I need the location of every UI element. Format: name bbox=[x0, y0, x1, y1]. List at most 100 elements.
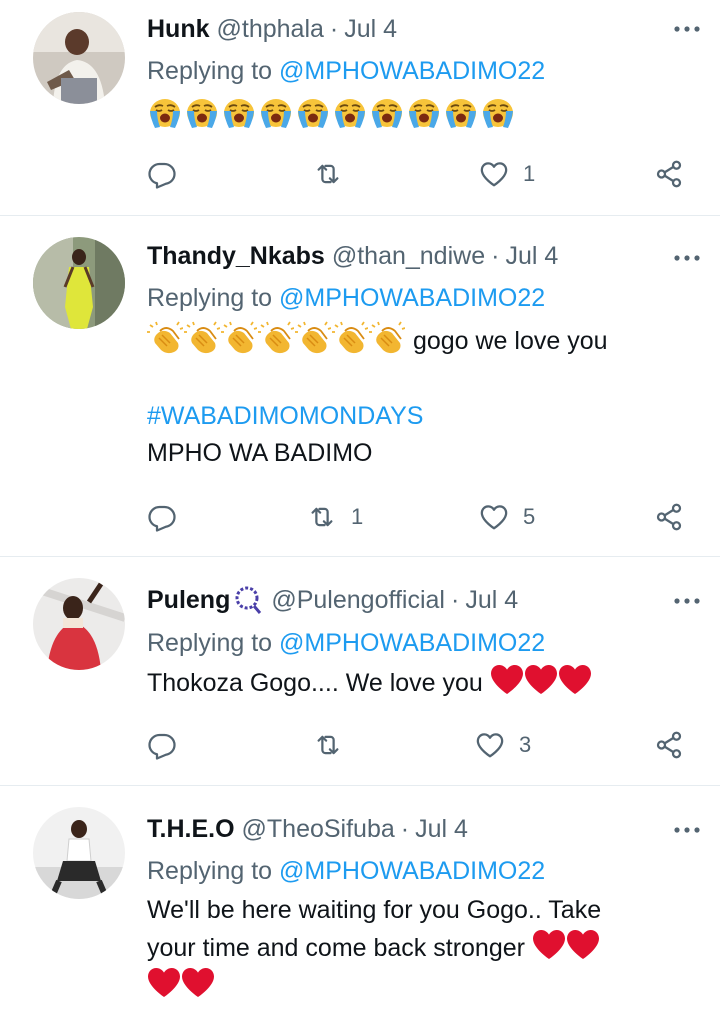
tweet-text: Thokoza Gogo.... We love you bbox=[147, 664, 700, 702]
tweet[interactable]: T.H.E.O @TheoSifuba · Jul 4 Replying to … bbox=[0, 787, 720, 1019]
share-button[interactable] bbox=[654, 497, 684, 537]
tweet-text-line: your time and come back stronger bbox=[147, 929, 700, 967]
retweet-icon bbox=[313, 730, 343, 760]
loudly-crying-face-emoji bbox=[369, 96, 405, 130]
reply-icon bbox=[147, 730, 177, 760]
tweet-text-line: We'll be here waiting for you Gogo.. Tak… bbox=[147, 896, 602, 924]
prayer-beads-emoji bbox=[235, 586, 262, 614]
replying-to: Replying to @MPHOWABADIMO22 bbox=[147, 856, 700, 886]
reply-icon bbox=[147, 502, 177, 532]
tweet[interactable]: Thandy_Nkabs @than_ndiwe · Jul 4 Replyin… bbox=[0, 217, 720, 557]
separator: · bbox=[400, 815, 410, 843]
display-name[interactable]: Hunk bbox=[147, 14, 210, 44]
avatar[interactable] bbox=[33, 12, 125, 104]
tweet-text-body: gogo we love you bbox=[406, 327, 608, 355]
share-icon bbox=[654, 730, 684, 760]
replying-to: Replying to @MPHOWABADIMO22 bbox=[147, 56, 700, 86]
reply-button[interactable] bbox=[147, 725, 191, 765]
clapping-hands-emoji bbox=[184, 321, 220, 355]
like-button[interactable]: 1 bbox=[479, 154, 535, 194]
retweet-icon bbox=[307, 502, 337, 532]
retweet-button[interactable]: 1 bbox=[307, 497, 363, 537]
tweet[interactable]: Puleng @Pulengofficial · Jul 4 Replying … bbox=[0, 558, 720, 786]
emoji-row bbox=[147, 102, 517, 130]
like-button[interactable]: 5 bbox=[479, 497, 535, 537]
replying-to-label: Replying to bbox=[147, 857, 280, 885]
share-icon bbox=[654, 159, 684, 189]
clapping-hands-emoji bbox=[258, 321, 294, 355]
reply-button[interactable] bbox=[147, 497, 191, 537]
mention-link[interactable]: @MPHOWABADIMO22 bbox=[279, 629, 545, 657]
tweet-text-body: Thokoza Gogo.... We love you bbox=[147, 669, 490, 697]
tweet-text: gogo we love you bbox=[147, 321, 700, 360]
retweet-count: 1 bbox=[351, 504, 364, 529]
display-name[interactable]: Puleng bbox=[147, 585, 230, 615]
more-icon[interactable] bbox=[672, 14, 702, 44]
avatar[interactable] bbox=[33, 807, 125, 899]
share-icon bbox=[654, 502, 684, 532]
timestamp[interactable]: Jul 4 bbox=[465, 585, 518, 615]
more-icon[interactable] bbox=[672, 586, 702, 616]
user-handle[interactable]: @thphala bbox=[217, 14, 324, 44]
clapping-hands-emoji bbox=[332, 321, 368, 355]
avatar[interactable] bbox=[33, 578, 125, 670]
user-handle[interactable]: @Pulengofficial bbox=[271, 585, 445, 615]
share-button[interactable] bbox=[654, 725, 684, 765]
timestamp[interactable]: Jul 4 bbox=[415, 814, 468, 844]
loudly-crying-face-emoji bbox=[295, 96, 331, 130]
tweet-text-body: your time and come back stronger bbox=[147, 934, 532, 962]
tweet-text-line: MPHO WA BADIMO bbox=[147, 439, 373, 467]
mention-link[interactable]: @MPHOWABADIMO22 bbox=[279, 857, 545, 885]
display-name[interactable]: T.H.E.O bbox=[147, 814, 235, 844]
more-icon[interactable] bbox=[672, 815, 702, 845]
replying-to: Replying to @MPHOWABADIMO22 bbox=[147, 283, 700, 313]
tweet-text bbox=[147, 96, 700, 135]
hashtag-link[interactable]: #WABADIMOMONDAYS bbox=[147, 402, 423, 430]
share-button[interactable] bbox=[654, 154, 684, 194]
mention-link[interactable]: @MPHOWABADIMO22 bbox=[279, 284, 545, 312]
reply-icon bbox=[147, 159, 177, 189]
display-name[interactable]: Thandy_Nkabs bbox=[147, 241, 325, 271]
separator: · bbox=[491, 242, 500, 270]
loudly-crying-face-emoji bbox=[184, 96, 220, 130]
user-handle[interactable]: @than_ndiwe bbox=[332, 241, 485, 271]
more-icon[interactable] bbox=[672, 243, 702, 273]
loudly-crying-face-emoji bbox=[258, 96, 294, 130]
loudly-crying-face-emoji bbox=[480, 96, 516, 130]
clapping-hands-emoji bbox=[147, 321, 183, 355]
heart-line bbox=[147, 967, 700, 1005]
tweet-text: We'll be here waiting for you Gogo.. Tak… bbox=[147, 892, 700, 1005]
red-heart-emoji bbox=[558, 664, 592, 695]
red-heart-emoji bbox=[490, 664, 524, 695]
loudly-crying-face-emoji bbox=[332, 96, 368, 130]
hashtag-line: #WABADIMOMONDAYS bbox=[147, 398, 700, 435]
retweet-button[interactable] bbox=[313, 725, 357, 765]
like-icon bbox=[479, 502, 509, 532]
like-icon bbox=[479, 159, 509, 189]
red-heart-emoji bbox=[147, 967, 181, 998]
separator: · bbox=[329, 15, 339, 43]
timestamp[interactable]: Jul 4 bbox=[505, 241, 558, 271]
loudly-crying-face-emoji bbox=[147, 96, 183, 130]
replying-to-label: Replying to bbox=[147, 57, 280, 85]
replying-to-label: Replying to bbox=[147, 629, 280, 657]
red-heart-emoji bbox=[181, 967, 215, 998]
like-button[interactable]: 3 bbox=[475, 725, 531, 765]
like-count: 3 bbox=[519, 732, 532, 757]
timestamp[interactable]: Jul 4 bbox=[344, 14, 397, 44]
reply-button[interactable] bbox=[147, 154, 191, 194]
retweet-button[interactable] bbox=[313, 154, 357, 194]
avatar[interactable] bbox=[33, 237, 125, 329]
clapping-hands-emoji bbox=[369, 321, 405, 355]
user-handle[interactable]: @TheoSifuba bbox=[242, 814, 395, 844]
like-icon bbox=[475, 730, 505, 760]
red-heart-emoji bbox=[524, 664, 558, 695]
clapping-hands-emoji bbox=[295, 321, 331, 355]
loudly-crying-face-emoji bbox=[406, 96, 442, 130]
retweet-icon bbox=[313, 159, 343, 189]
red-heart-emoji bbox=[532, 929, 566, 960]
loudly-crying-face-emoji bbox=[443, 96, 479, 130]
tweet[interactable]: Hunk @thphala · Jul 4 Replying to @MPHOW… bbox=[0, 0, 720, 216]
mention-link[interactable]: @MPHOWABADIMO22 bbox=[279, 57, 545, 85]
separator: · bbox=[450, 586, 460, 614]
